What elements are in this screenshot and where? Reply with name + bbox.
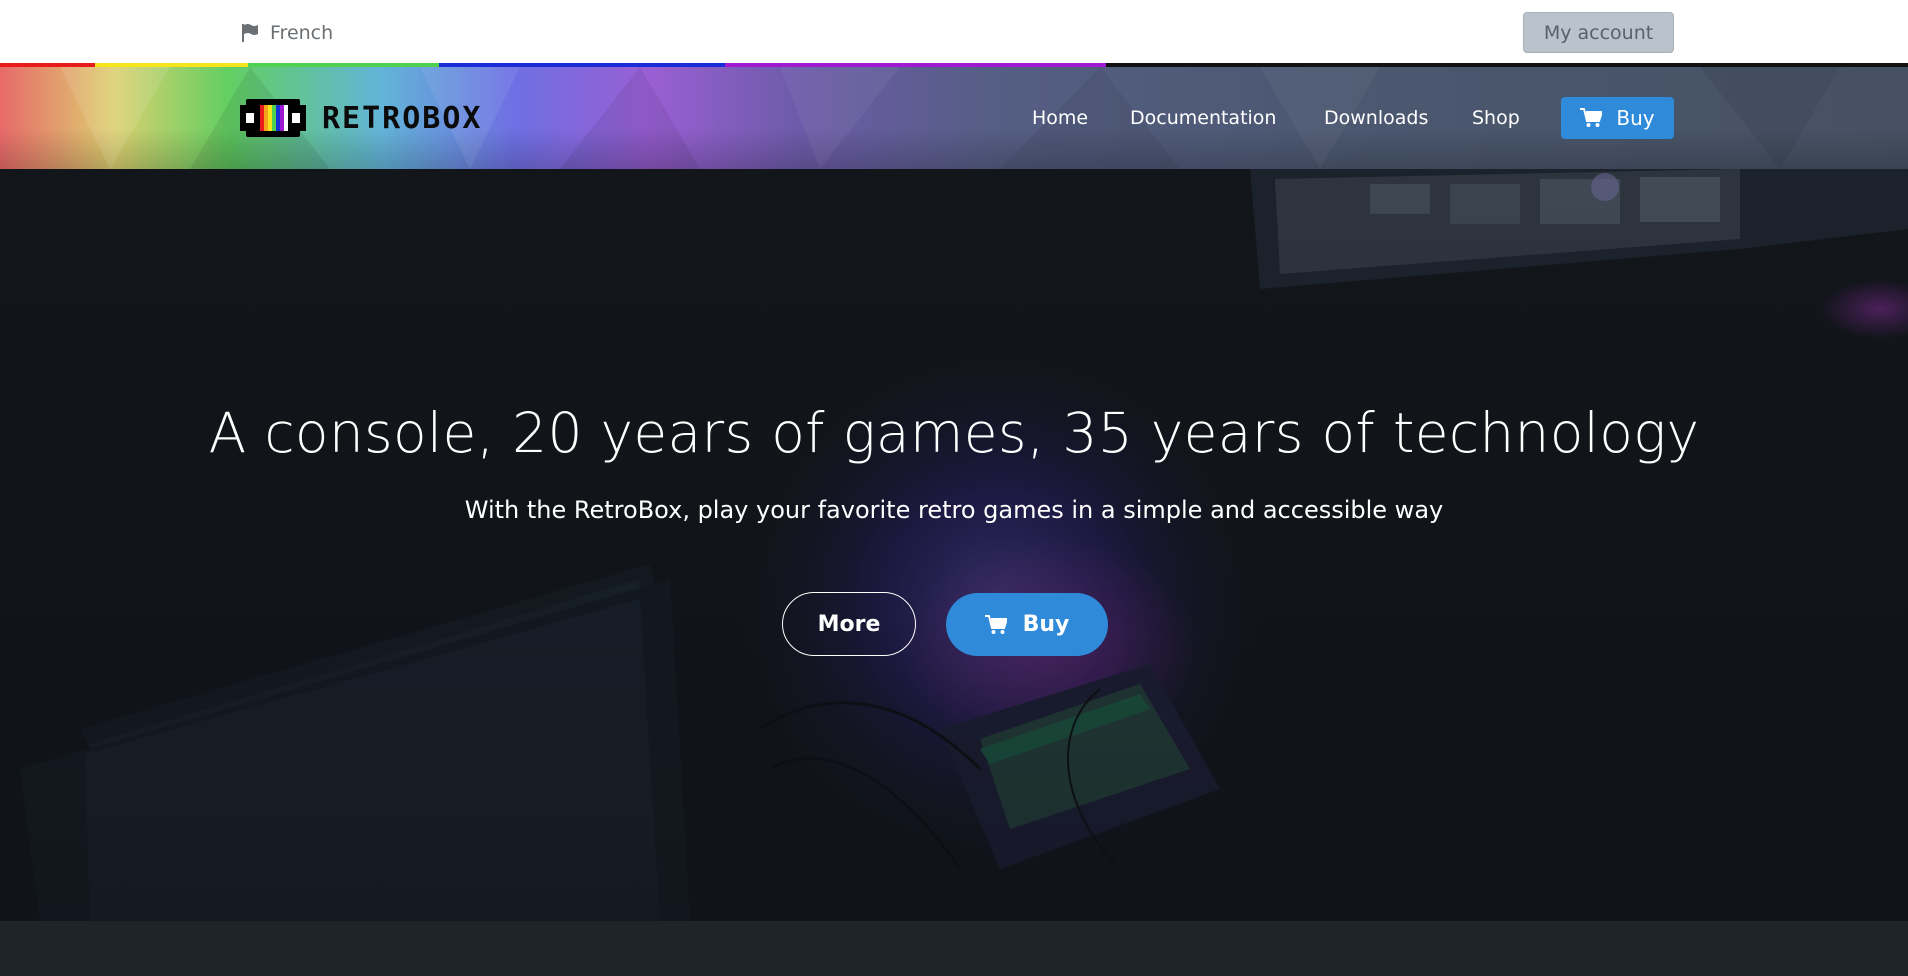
hero-background-image bbox=[0, 169, 1908, 921]
nav-documentation[interactable]: Documentation bbox=[1130, 103, 1276, 133]
hero-buy-label: Buy bbox=[1022, 612, 1070, 637]
nav-buy-button[interactable]: Buy bbox=[1561, 97, 1674, 139]
flag-icon bbox=[242, 24, 258, 42]
hero-buy-button[interactable]: Buy bbox=[946, 593, 1108, 656]
hero-title: A console, 20 years of games, 35 years o… bbox=[208, 401, 1700, 465]
cart-icon bbox=[1580, 108, 1603, 127]
hero-section: A console, 20 years of games, 35 years o… bbox=[0, 169, 1908, 921]
hero-subtitle: With the RetroBox, play your favorite re… bbox=[464, 496, 1444, 524]
my-account-button[interactable]: My account bbox=[1523, 12, 1674, 53]
nav-buy-label: Buy bbox=[1616, 106, 1655, 130]
top-utility-bar: French My account bbox=[0, 0, 1908, 66]
nav-shop[interactable]: Shop bbox=[1472, 103, 1520, 133]
main-navbar: RETROBOX Home Documentation Downloads Sh… bbox=[0, 67, 1908, 169]
more-button[interactable]: More bbox=[782, 592, 916, 656]
language-selector[interactable]: French bbox=[240, 22, 333, 44]
nav-downloads[interactable]: Downloads bbox=[1324, 103, 1428, 133]
cart-icon bbox=[984, 614, 1007, 634]
language-label: French bbox=[270, 22, 334, 44]
next-section-strip bbox=[0, 921, 1908, 976]
nav-home[interactable]: Home bbox=[1032, 103, 1088, 133]
